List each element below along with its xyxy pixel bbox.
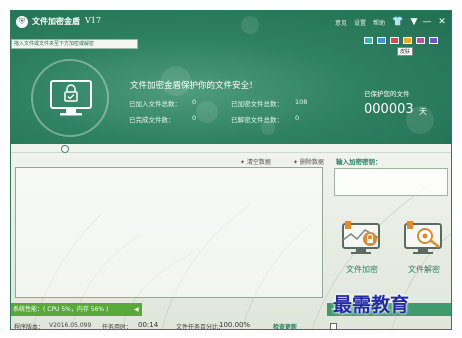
done-files-count: 0 [192, 114, 197, 122]
encrypt-file-button[interactable]: 文件加密 [334, 220, 390, 278]
menu-help[interactable]: 帮助 [373, 18, 385, 27]
protected-label: 已保护您的文件 [364, 90, 410, 98]
skin-color-swatch[interactable] [390, 37, 399, 44]
encrypted-files-label: 已加密文件总数： [231, 100, 283, 108]
protected-days: 000003 [364, 102, 414, 117]
title-bar[interactable]: ⛨ 文件加密金盾 V17 意见 设置 帮助 👕 ▼ — ✕ [11, 11, 451, 33]
menu-settings[interactable]: 设置 [354, 18, 366, 27]
clear-data-link[interactable]: ✦ 清空数据 [240, 157, 271, 166]
decrypt-monitor-icon [404, 221, 442, 254]
check-update-link[interactable]: 检查更新 [273, 322, 297, 329]
protected-unit: 天 [419, 107, 427, 116]
decrypt-file-button[interactable]: 文件解密 [396, 220, 451, 278]
delete-data-link[interactable]: ✦ 删除数据 [293, 157, 324, 166]
encrypt-monitor-icon [342, 221, 380, 254]
version-value: V2016.05.099 [49, 322, 92, 329]
close-button[interactable]: ✕ [436, 16, 448, 28]
option-checkbox[interactable] [330, 323, 337, 329]
header-panel: ⛨ 文件加密金盾 V17 意见 设置 帮助 👕 ▼ — ✕ 皮肤 拖入文件或文件… [11, 11, 451, 144]
app-window: ⛨ 文件加密金盾 V17 意见 设置 帮助 👕 ▼ — ✕ 皮肤 拖入文件或文件… [10, 10, 452, 330]
task-time-label: 任务用时： [102, 324, 133, 330]
added-files-count: 0 [192, 98, 197, 106]
system-performance-text: 系统性能：( CPU 5%，内存 56% ) [13, 306, 109, 313]
decrypt-label: 文件解密 [408, 265, 440, 274]
shield-logo-icon: ⛨ [16, 16, 28, 28]
skin-tooltip: 皮肤 [397, 47, 414, 56]
skin-color-swatch[interactable] [403, 37, 412, 44]
file-list-panel[interactable] [15, 167, 323, 298]
collapse-arrow-icon: ◀ [134, 306, 139, 313]
task-time-value: 00:14 [138, 321, 159, 329]
skin-color-swatch[interactable] [429, 37, 438, 44]
skin-color-swatch[interactable] [416, 37, 425, 44]
skin-color-picker [364, 37, 444, 46]
decrypted-files-label: 已解密文件总数： [231, 116, 283, 124]
done-files-label: 已完成文件数： [129, 116, 175, 124]
encrypted-files-count: 108 [295, 98, 308, 106]
slogan-text: 文件加密金盾保护你的文件安全！ [130, 81, 258, 91]
locked-monitor-icon [50, 80, 92, 116]
app-title: 文件加密金盾 [32, 17, 80, 26]
dropdown-menu-icon[interactable]: ▼ [408, 16, 420, 28]
divider [11, 152, 451, 153]
skin-color-swatch[interactable] [377, 37, 386, 44]
encryption-key-input[interactable] [334, 168, 448, 196]
progress-dot [61, 145, 69, 153]
key-input-label: 输入加密密钥： [336, 158, 382, 166]
decrypted-files-count: 0 [295, 114, 300, 122]
minimize-button[interactable]: — [421, 16, 433, 28]
task-percent-value: 100.00% [219, 321, 251, 329]
menu-feedback[interactable]: 意见 [335, 18, 347, 27]
status-bar: 程序版本： V2016.05.099 任务用时： 00:14 文件任务百分比： … [11, 320, 451, 330]
skin-color-swatch[interactable] [364, 37, 373, 44]
task-percent-label: 文件任务百分比： [176, 324, 225, 330]
skin-shirt-icon[interactable]: 👕 [392, 16, 404, 28]
decor-bubble [196, 101, 218, 123]
drop-hint-bar[interactable]: 拖入文件或文件夹至下方加密或解密 [11, 39, 138, 49]
version-label: 程序版本： [14, 324, 45, 330]
watermark-text: 最需教育 [333, 294, 410, 316]
added-files-label: 已加入文件总数： [129, 100, 181, 108]
system-performance-bar[interactable]: 系统性能：( CPU 5%，内存 56% ) ◀ [11, 303, 142, 316]
encrypt-label: 文件加密 [346, 265, 378, 274]
app-version: V17 [85, 16, 101, 25]
